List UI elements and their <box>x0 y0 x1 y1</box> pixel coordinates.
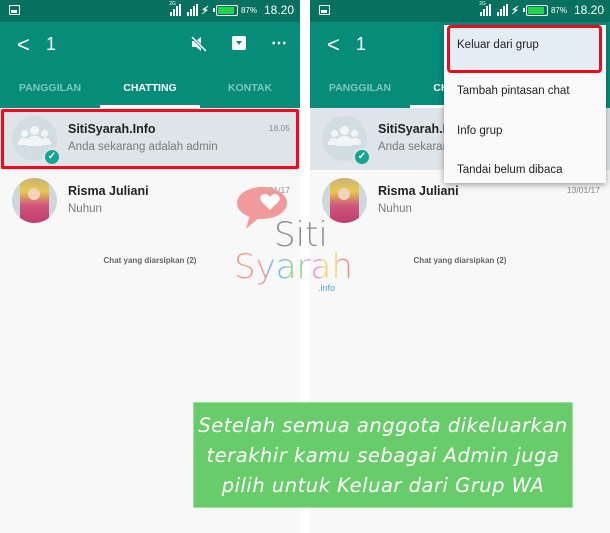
signal-icon-2 <box>497 4 509 16</box>
checkmark-icon: ✓ <box>43 148 61 166</box>
image-notification-icon <box>9 5 20 15</box>
more-dots-icon[interactable]: ⋯ <box>271 33 287 53</box>
profile-face <box>338 188 350 200</box>
tab-chatting[interactable]: CHATTING <box>100 68 200 108</box>
menu-item-add-shortcut[interactable]: Tambah pintasan chat <box>444 72 606 112</box>
status-bar: 2G ⚡︎ 87% 18.20 <box>0 0 300 22</box>
profile-face <box>28 188 40 200</box>
chat-name: SitiSyarah.Info <box>68 122 156 136</box>
clock: 18.20 <box>263 3 294 17</box>
chat-time: 18.05 <box>268 123 290 133</box>
charging-icon: ⚡︎ <box>511 4 519 17</box>
callout-line: terakhir kamu sebagai Admin juga <box>206 444 560 467</box>
menu-item-mark-unread[interactable]: Tandai belum dibaca <box>444 151 606 191</box>
chat-last-message: Nuhun <box>378 203 412 215</box>
battery-percent: 87% <box>240 5 257 15</box>
selected-count: 1 <box>46 34 57 54</box>
instruction-callout: Setelah semua anggota dikeluarkan terakh… <box>193 402 573 508</box>
chat-row-contact[interactable]: Risma Juliani Nuhun 13/01/17 <box>0 170 300 232</box>
tab-bar: PANGGILAN CHATTING KONTAK <box>0 68 300 108</box>
network-type-label: 2G <box>479 1 486 7</box>
chat-last-message: Anda sekarang adalah admin <box>68 141 218 153</box>
menu-item-exit-group[interactable]: Keluar dari grup <box>447 25 602 73</box>
profile-photo <box>20 178 49 223</box>
chat-last-message: Nuhun <box>68 203 102 215</box>
selected-count: 1 <box>356 34 367 54</box>
tab-panggilan[interactable]: PANGGILAN <box>310 68 410 108</box>
tab-kontak[interactable]: KONTAK <box>200 68 300 108</box>
tab-panggilan[interactable]: PANGGILAN <box>0 68 100 108</box>
archived-chats-link[interactable]: Chat yang diarsipkan (2) <box>0 232 300 265</box>
chevron-left-icon[interactable]: < <box>327 32 340 58</box>
overflow-menu: Keluar dari grup Tambah pintasan chat In… <box>444 25 606 183</box>
menu-item-group-info[interactable]: Info grup <box>444 112 606 152</box>
battery-percent: 87% <box>550 5 567 15</box>
profile-photo <box>330 178 359 223</box>
signal-icon: 2G <box>479 1 492 16</box>
callout-line: pilih untuk Keluar dari Grup WA <box>221 474 545 497</box>
battery-level <box>527 6 544 14</box>
selection-toolbar: < 1 ⋯ <box>0 22 300 68</box>
mute-icon[interactable] <box>190 35 208 53</box>
chat-list: ✓ SitiSyarah.Info Anda sekarang adalah a… <box>0 108 300 265</box>
signal-icon-2 <box>187 4 199 16</box>
checkmark-icon: ✓ <box>353 148 371 166</box>
signal-icon: 2G <box>169 1 182 16</box>
image-notification-icon <box>319 5 330 15</box>
contact-avatar <box>322 178 367 223</box>
charging-icon: ⚡︎ <box>201 4 209 17</box>
network-type-label: 2G <box>169 1 176 7</box>
chat-time: 13/01/17 <box>256 185 290 195</box>
battery-icon <box>212 4 238 16</box>
chat-row-group[interactable]: ✓ SitiSyarah.Info Anda sekarang adalah a… <box>0 108 300 170</box>
battery-level <box>217 6 234 14</box>
chevron-left-icon[interactable]: < <box>17 32 30 58</box>
archive-icon[interactable] <box>232 36 246 50</box>
callout-line: Setelah semua anggota dikeluarkan <box>198 414 568 437</box>
clock: 18.20 <box>573 3 604 17</box>
status-bar: 2G ⚡︎ 87% 18.20 <box>310 0 610 22</box>
archived-chats-link[interactable]: Chat yang diarsipkan (2) <box>310 232 610 265</box>
chat-name: Risma Juliani <box>68 184 149 198</box>
contact-avatar <box>12 178 57 223</box>
battery-icon <box>522 4 548 16</box>
